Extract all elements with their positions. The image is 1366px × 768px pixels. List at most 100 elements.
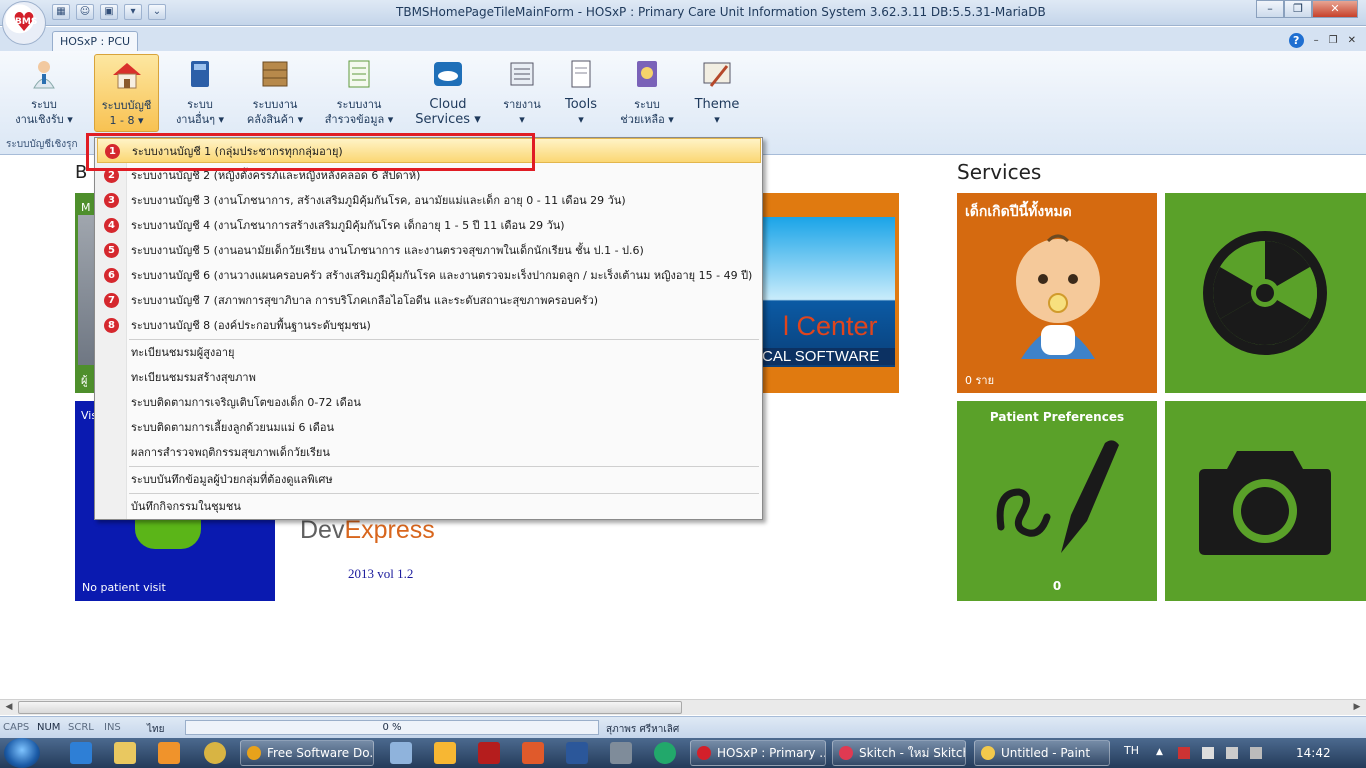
tray-flag-icon[interactable] <box>1178 747 1190 759</box>
tab-hosxp-pcu[interactable]: HOSxP : PCU <box>52 31 138 52</box>
tile-camera[interactable] <box>1165 401 1366 601</box>
tile-radiation[interactable] <box>1165 193 1366 393</box>
chrome-app-icon[interactable] <box>204 742 226 764</box>
menu-item-account-8[interactable]: 8 ระบบงานบัญชี 8 (องค์ประกอบพื้นฐานระดับช… <box>97 313 761 338</box>
tray-volume-icon[interactable] <box>1250 747 1262 759</box>
tray-network-icon[interactable] <box>1226 747 1238 759</box>
ribbon-button-other-work[interactable]: ระบบ งานอื่นๆ ▾ <box>166 54 234 132</box>
menu-item-account-4[interactable]: 4 ระบบงานบัญชี 4 (งานโภชนาการสร้างเสริมภู… <box>97 213 761 238</box>
green-app-icon[interactable] <box>654 742 676 764</box>
radiation-icon <box>1203 231 1327 355</box>
ribbon-button-reports[interactable]: รายงาน ▾ <box>496 54 548 132</box>
qat-dropdown-icon[interactable]: ▾ <box>124 4 142 20</box>
tray-language[interactable]: TH <box>1124 744 1139 757</box>
qat-image-icon[interactable]: ▣ <box>100 4 118 20</box>
highlight-annotation <box>86 133 535 171</box>
tile-patient-preferences[interactable]: Patient Preferences 0 <box>957 401 1157 601</box>
minimize-button[interactable]: – <box>1256 0 1284 18</box>
ribbon-button-survey[interactable]: ระบบงาน สำรวจข้อมูล ▾ <box>318 54 400 132</box>
file-explorer-icon[interactable] <box>114 742 136 764</box>
menu-item-account-5[interactable]: 5 ระบบงานบัญชี 5 (งานอนามัยเด็กวัยเรียน ง… <box>97 238 761 263</box>
taskbar-task-paint[interactable]: Untitled - Paint <box>974 740 1110 766</box>
menu-item-label: ระบบงานบัญชี 5 (งานอนามัยเด็กวัยเรียน งา… <box>131 244 644 257</box>
taskbar-task-hosxp[interactable]: HOSxP : Primary ... <box>690 740 826 766</box>
menu-item-health-club[interactable]: ทะเบียนชมรมสร้างสุขภาพ <box>97 365 761 390</box>
ribbon-button-help-system[interactable]: ระบบ ช่วยเหลือ ▾ <box>614 54 680 132</box>
ribbon-button-label: ▾ <box>519 113 525 126</box>
ribbon-button-label: Theme <box>694 97 740 112</box>
menu-item-breastfeeding-tracking[interactable]: ระบบติดตามการเลี้ยงลูกด้วยนมแม่ 6 เดือน <box>97 415 761 440</box>
chart-app-icon[interactable] <box>522 742 544 764</box>
tile-newborn[interactable]: เด็กเกิดปีนี้ทั้งหมด 0 ราย <box>957 193 1157 393</box>
menu-item-school-health-survey[interactable]: ผลการสำรวจพฤติกรรมสุขภาพเด็กวัยเรียน <box>97 440 761 465</box>
ribbon-button-account-1-8[interactable]: ระบบบัญชี 1 - 8 ▾ <box>94 54 159 132</box>
status-ins: INS <box>104 722 121 733</box>
mdi-restore-button[interactable]: ❐ <box>1329 35 1338 46</box>
menu-item-community-activity[interactable]: บันทึกกิจกรรมในชุมชน <box>97 494 761 519</box>
tray-action-center-icon[interactable] <box>1202 747 1214 759</box>
report-icon <box>510 62 534 86</box>
qat-user-icon[interactable]: ☺ <box>76 4 94 20</box>
mdi-minimize-button[interactable]: – <box>1314 35 1319 46</box>
ribbon-button-cloud-services[interactable]: Cloud Services ▾ <box>412 54 484 132</box>
ribbon-button-label: งานอื่นๆ ▾ <box>175 113 225 126</box>
horizontal-scrollbar[interactable]: ◀ ▶ <box>0 699 1366 715</box>
window-icon[interactable] <box>390 742 412 764</box>
network-app-icon[interactable] <box>610 742 632 764</box>
tile-title: เด็กเกิดปีนี้ทั้งหมด <box>965 204 1072 220</box>
ribbon-button-label: คลังสินค้า ▾ <box>246 113 304 126</box>
ribbon-button-warehouse[interactable]: ระบบงาน คลังสินค้า ▾ <box>240 54 310 132</box>
menu-item-account-6[interactable]: 6 ระบบงานบัญชี 6 (งานวางแผนครอบครัว สร้าง… <box>97 263 761 288</box>
logo-part: Dev <box>300 516 345 544</box>
menu-item-account-7[interactable]: 7 ระบบงานบัญชี 7 (สภาพการสุขาภิบาล การบริ… <box>97 288 761 313</box>
scroll-right-icon[interactable]: ▶ <box>1350 700 1364 715</box>
status-user: สุภาพร ศรีหาเลิศ <box>606 724 680 735</box>
tile-footer: No patient visit <box>82 581 166 594</box>
tile-center[interactable]: l Center CAL SOFTWARE <box>760 193 899 393</box>
number-7-icon: 7 <box>104 293 119 308</box>
task-label: Free Software Do... <box>267 746 374 760</box>
menu-item-special-care[interactable]: ระบบบันทึกข้อมูลผู้ป่วยกลุ่มที่ต้องดูแลพ… <box>97 467 761 492</box>
status-caps: CAPS <box>3 722 30 733</box>
ribbon-button-theme[interactable]: Theme ▾ <box>686 54 748 132</box>
taskbar-task-skitch[interactable]: Skitch - ใหม่ Skitch <box>832 740 966 766</box>
ribbon-group-caption: ระบบบัญชีเชิงรุก <box>6 139 78 150</box>
ribbon-button-label: ▾ <box>714 113 720 126</box>
devexpress-banner: DevExpress 2013 vol 1.2 <box>282 510 482 600</box>
cloud-icon <box>434 62 462 86</box>
scroll-left-icon[interactable]: ◀ <box>2 700 16 715</box>
qat-customize-icon[interactable]: ⌄ <box>148 4 166 20</box>
services-heading: Services <box>957 160 1042 184</box>
tile-count: 0 <box>1052 579 1062 593</box>
menu-item-growth-tracking[interactable]: ระบบติดตามการเจริญเติบโตของเด็ก 0-72 เดื… <box>97 390 761 415</box>
internet-explorer-icon[interactable] <box>70 742 92 764</box>
menu-item-account-3[interactable]: 3 ระบบงานบัญชี 3 (งานโภชนาการ, สร้างเสริม… <box>97 188 761 213</box>
ribbon-button-label: ระบบบัญชี <box>101 99 152 112</box>
help-icon[interactable]: ? <box>1288 33 1304 48</box>
tray-expand-icon[interactable]: ▲ <box>1156 747 1168 759</box>
ribbon-button-tools[interactable]: Tools ▾ <box>556 54 606 132</box>
scroll-thumb[interactable] <box>18 701 682 714</box>
app-logo[interactable]: ♥ BMS <box>2 1 46 45</box>
close-button[interactable]: ✕ <box>1312 0 1358 18</box>
taskbar-task-browser[interactable]: Free Software Do... <box>240 740 374 766</box>
pdf-icon[interactable] <box>478 742 500 764</box>
book-icon <box>191 61 209 87</box>
ribbon-button-passive-work[interactable]: ระบบ งานเชิงรับ ▾ <box>6 54 82 132</box>
hosxp-icon <box>697 746 711 760</box>
ribbon-button-label: งานเชิงรับ ▾ <box>15 113 73 126</box>
start-button[interactable] <box>4 738 40 768</box>
word-icon[interactable] <box>566 742 588 764</box>
maximize-button[interactable]: ❐ <box>1284 0 1312 18</box>
media-player-icon[interactable] <box>158 742 180 764</box>
mdi-close-button[interactable]: ✕ <box>1348 35 1356 46</box>
tile-title: M <box>81 201 91 214</box>
ribbon-button-label: ระบบ <box>31 98 57 111</box>
qat-grid-icon[interactable]: ▦ <box>52 4 70 20</box>
number-6-icon: 6 <box>104 268 119 283</box>
app-icon[interactable] <box>434 742 456 764</box>
ribbon-right-controls: ? – ❐ ✕ <box>1288 33 1356 48</box>
spreadsheet-icon <box>348 60 370 88</box>
menu-item-elderly-club[interactable]: ทะเบียนชมรมผู้สูงอายุ <box>97 340 761 365</box>
tray-clock: 14:42 <box>1296 746 1331 760</box>
